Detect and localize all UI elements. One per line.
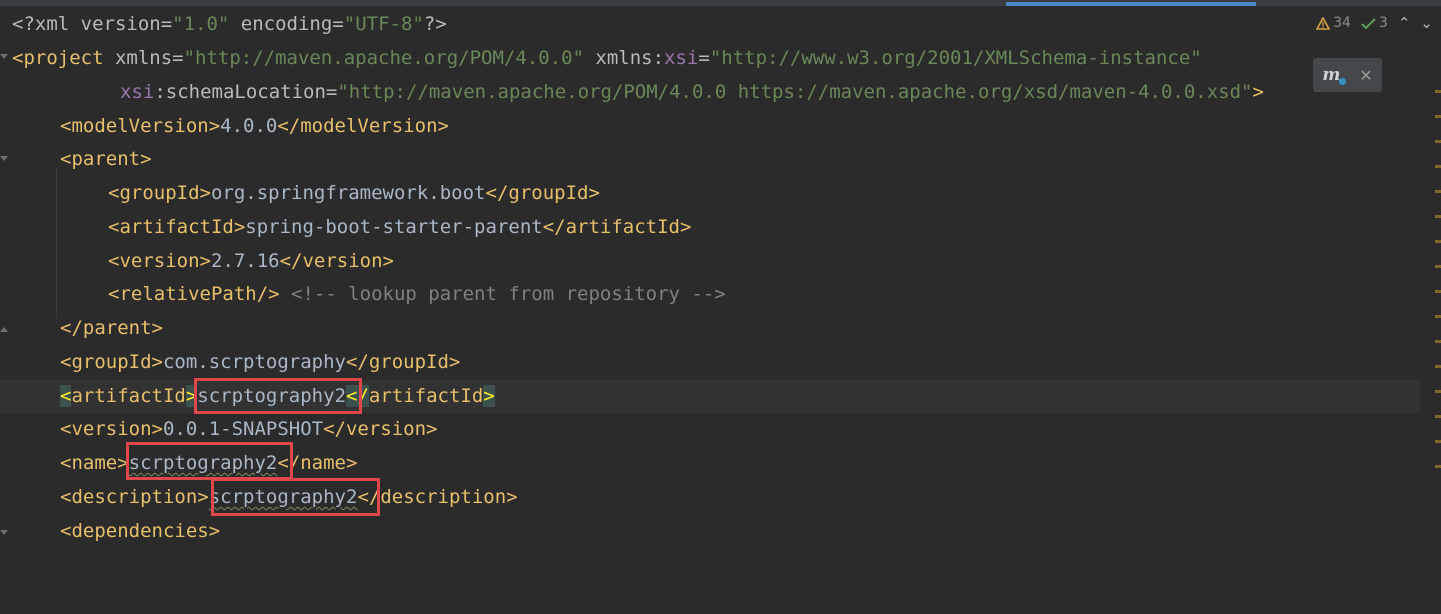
code-line-project[interactable]: <project xmlns="http://maven.apache.org/… bbox=[0, 42, 1420, 75]
code-line-group-id[interactable]: <groupId>com.scrptography</groupId> bbox=[0, 346, 1420, 379]
code-editor[interactable]: <?xml version="1.0" encoding="UTF-8"?> <… bbox=[0, 8, 1441, 548]
code-line-artifact-id-current[interactable]: <artifactId>scrptography2</artifactId> bbox=[0, 380, 1420, 413]
active-tab-indicator bbox=[1006, 2, 1256, 6]
code-line-parent-open[interactable]: <parent> bbox=[0, 143, 1420, 176]
code-line-relative-path[interactable]: <relativePath/> <!-- lookup parent from … bbox=[0, 278, 1420, 311]
code-line-description[interactable]: <description>scrptography2</description> bbox=[0, 481, 1420, 514]
code-line-version[interactable]: <version>0.0.1-SNAPSHOT</version> bbox=[0, 413, 1420, 446]
code-line-parent-group-id[interactable]: <groupId>org.springframework.boot</group… bbox=[0, 177, 1420, 210]
code-line-parent-version[interactable]: <version>2.7.16</version> bbox=[0, 245, 1420, 278]
code-line-xml-prolog[interactable]: <?xml version="1.0" encoding="UTF-8"?> bbox=[0, 8, 1420, 41]
code-line-dependencies[interactable]: <dependencies> bbox=[0, 515, 1420, 548]
code-line-schema-location[interactable]: xsi:schemaLocation="http://maven.apache.… bbox=[0, 76, 1420, 109]
code-line-model-version[interactable]: <modelVersion>4.0.0</modelVersion> bbox=[0, 110, 1420, 143]
code-line-name[interactable]: <name>scrptography2</name> bbox=[0, 447, 1420, 480]
scrollbar-markers[interactable] bbox=[1435, 90, 1441, 490]
code-line-parent-close[interactable]: </parent> bbox=[0, 312, 1420, 345]
code-line-parent-artifact-id[interactable]: <artifactId>spring-boot-starter-parent</… bbox=[0, 211, 1420, 244]
